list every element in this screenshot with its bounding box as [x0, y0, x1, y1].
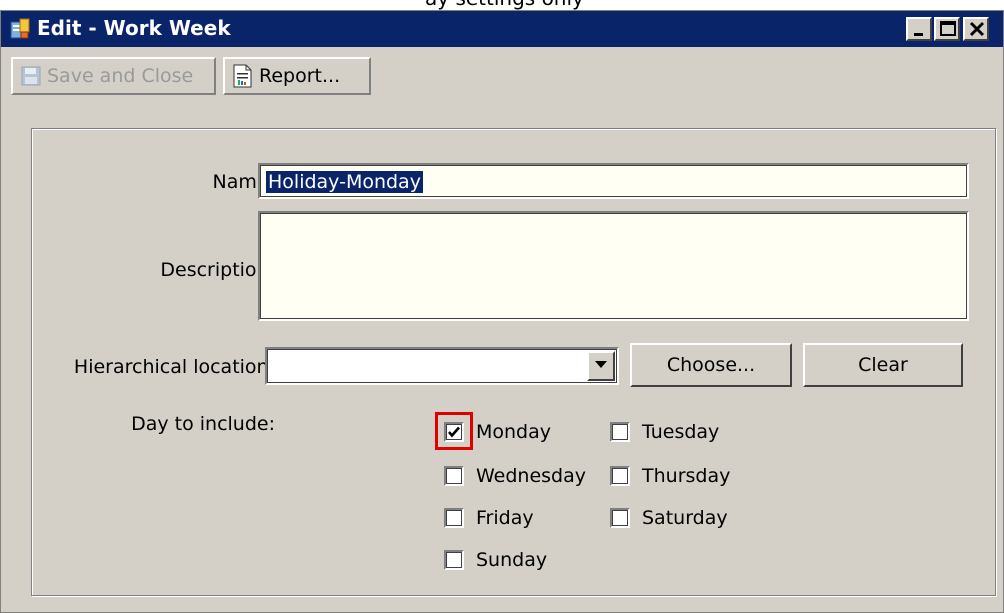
day-checkbox-sunday[interactable]: Sunday [444, 549, 547, 571]
day-checkbox-saturday[interactable]: Saturday [610, 507, 728, 529]
hierarchical-location-label: Hierarchical location: [73, 356, 275, 378]
save-and-close-label: Save and Close [47, 65, 194, 87]
checkbox-box[interactable] [444, 466, 464, 486]
close-icon [969, 21, 985, 37]
monday-highlight-box [435, 412, 473, 450]
day-label: Thursday [642, 465, 731, 487]
day-checkbox-thursday[interactable]: Thursday [610, 465, 730, 487]
maximize-button[interactable] [934, 17, 960, 41]
cropped-top-text: ay settings only [0, 0, 1004, 10]
day-label: Tuesday [642, 421, 720, 443]
day-label: Wednesday [476, 465, 587, 487]
day-label: Saturday [642, 507, 728, 529]
hierarchical-location-select[interactable] [265, 347, 619, 385]
checkbox-box[interactable] [444, 508, 464, 528]
choose-button[interactable]: Choose... [630, 343, 792, 387]
day-checkbox-tuesday[interactable]: Tuesday [610, 421, 719, 443]
day-label: Monday [476, 421, 552, 443]
clear-button[interactable]: Clear [803, 343, 963, 387]
checkbox-box[interactable] [444, 550, 464, 570]
window-title: Edit - Work Week [37, 16, 231, 40]
work-week-app-icon [9, 18, 31, 40]
name-field[interactable]: Holiday-Monday [258, 163, 969, 199]
minimize-icon [914, 33, 923, 36]
day-label: Friday [476, 507, 534, 529]
report-button[interactable]: Report... [223, 57, 371, 95]
report-icon [231, 64, 253, 88]
location-dropdown-button[interactable] [587, 351, 615, 381]
chevron-down-icon [595, 361, 607, 368]
name-value-selected: Holiday-Monday [266, 171, 423, 193]
floppy-disk-icon [21, 66, 41, 86]
cropped-caption: ay settings only [425, 0, 584, 10]
day-label: Sunday [476, 549, 548, 571]
day-to-include-label: Day to include: [131, 413, 275, 435]
close-button[interactable] [963, 17, 989, 41]
checkbox-box[interactable] [610, 466, 630, 486]
work-week-form-panel: Name: Holiday-Monday Description: Hierar… [31, 128, 996, 596]
title-bar[interactable]: Edit - Work Week [1, 11, 1003, 47]
checkbox-box[interactable] [610, 422, 630, 442]
save-and-close-button[interactable]: Save and Close [11, 57, 216, 95]
maximize-icon [940, 21, 956, 36]
day-checkbox-wednesday[interactable]: Wednesday [444, 465, 586, 487]
toolbar: Save and Close Report... [8, 57, 998, 95]
checkbox-box[interactable] [610, 508, 630, 528]
edit-work-week-window: Edit - Work Week Save and Close Report..… [0, 10, 1004, 613]
description-field[interactable] [258, 211, 969, 321]
day-checkbox-friday[interactable]: Friday [444, 507, 534, 529]
report-label: Report... [259, 65, 341, 87]
minimize-button[interactable] [906, 17, 932, 41]
